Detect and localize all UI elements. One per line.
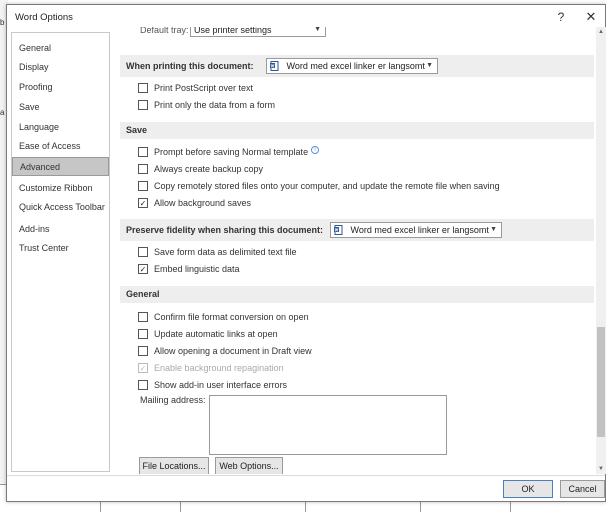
fidelity-document-value: Word med excel linker er langsomt <box>350 225 489 235</box>
option-label: Confirm file format conversion on open <box>154 312 309 322</box>
section-title: When printing this document: <box>126 61 254 71</box>
options-sidebar: General Display Proofing Save Language E… <box>11 32 110 472</box>
web-options-button[interactable]: Web Options... <box>215 457 283 474</box>
section-title: Preserve fidelity when sharing this docu… <box>126 225 324 235</box>
checkbox-checked[interactable]: ✓ <box>138 197 148 208</box>
dialog-title: Word Options <box>15 12 73 23</box>
ok-button[interactable]: OK <box>503 480 553 498</box>
option-label: Always create backup copy <box>154 164 264 174</box>
checkbox[interactable] <box>138 379 148 390</box>
option-backup-copy[interactable]: Always create backup copy <box>138 163 263 177</box>
sidebar-item-trust-center[interactable]: Trust Center <box>12 239 109 258</box>
chevron-down-icon: ▼ <box>314 27 321 33</box>
help-button[interactable]: ? <box>551 8 571 26</box>
chevron-down-icon: ▼ <box>490 226 497 233</box>
footer-divider <box>7 475 605 476</box>
checkbox[interactable] <box>138 345 148 356</box>
printing-document-value: Word med excel linker er langsomt <box>286 61 425 71</box>
option-copy-remote-files[interactable]: Copy remotely stored files onto your com… <box>138 180 500 194</box>
info-icon[interactable]: i <box>311 146 320 154</box>
mailing-address-field[interactable] <box>209 395 447 455</box>
checkbox[interactable] <box>138 180 148 191</box>
checkbox[interactable] <box>138 311 148 322</box>
sidebar-item-customize-ribbon[interactable]: Customize Ribbon <box>12 179 109 198</box>
scroll-up-icon[interactable]: ▲ <box>596 27 606 37</box>
sidebar-item-advanced[interactable]: Advanced <box>12 157 109 176</box>
fidelity-document-select[interactable]: Word med excel linker er langsomt ▼ <box>330 222 502 238</box>
checkbox-checked-disabled: ✓ <box>138 362 148 373</box>
option-label: Enable background repagination <box>154 363 284 373</box>
option-label: Prompt before saving Normal template <box>154 147 309 157</box>
sidebar-item-ease-of-access[interactable]: Ease of Access <box>12 137 109 156</box>
mailing-address-label: Mailing address: <box>140 395 206 405</box>
checkbox[interactable] <box>138 163 148 174</box>
chevron-down-icon: ▼ <box>426 62 433 69</box>
sidebar-item-general[interactable]: General <box>12 39 109 58</box>
sidebar-item-save[interactable]: Save <box>12 98 109 117</box>
option-label: Allow background saves <box>154 198 252 208</box>
option-label: Print PostScript over text <box>154 83 254 93</box>
sidebar-item-add-ins[interactable]: Add-ins <box>12 220 109 239</box>
word-document-icon <box>334 224 343 235</box>
option-label: Print only the data from a form <box>154 100 276 110</box>
default-tray-value: Use printer settings <box>194 27 272 35</box>
option-label: Copy remotely stored files onto your com… <box>154 181 500 191</box>
sidebar-item-proofing[interactable]: Proofing <box>12 78 109 97</box>
option-save-form-data[interactable]: Save form data as delimited text file <box>138 246 297 260</box>
option-addin-errors[interactable]: Show add-in user interface errors <box>138 379 287 393</box>
checkbox[interactable] <box>138 99 148 110</box>
option-label: Allow opening a document in Draft view <box>154 346 312 356</box>
sidebar-item-language[interactable]: Language <box>12 118 109 137</box>
background-text-fragment: b <box>0 18 5 27</box>
checkbox-checked[interactable]: ✓ <box>138 263 148 274</box>
option-embed-linguistic[interactable]: ✓ Embed linguistic data <box>138 263 240 277</box>
section-title: General <box>126 289 160 299</box>
default-tray-label: Default tray: <box>140 27 189 35</box>
option-label: Embed linguistic data <box>154 264 240 274</box>
sidebar-item-quick-access-toolbar[interactable]: Quick Access Toolbar <box>12 198 109 217</box>
section-header-general: General <box>120 286 594 303</box>
section-header-save: Save <box>120 122 594 139</box>
option-background-saves[interactable]: ✓ Allow background saves <box>138 197 251 211</box>
word-options-dialog: Word Options ? ✕ General Display Proofin… <box>6 4 606 502</box>
printing-document-select[interactable]: Word med excel linker er langsomt ▼ <box>266 58 438 74</box>
option-prompt-normal-template[interactable]: Prompt before saving Normal template i <box>138 146 320 160</box>
option-confirm-conversion[interactable]: Confirm file format conversion on open <box>138 311 309 325</box>
checkbox[interactable] <box>138 246 148 257</box>
title-bar: Word Options ? ✕ <box>7 5 605 29</box>
options-main-panel: Default tray: Use printer settings ▼ Whe… <box>120 27 594 474</box>
option-update-links[interactable]: Update automatic links at open <box>138 328 278 342</box>
main-scrollbar[interactable]: ▲ ▼ <box>596 27 606 474</box>
word-document-icon <box>270 60 279 71</box>
file-locations-button[interactable]: File Locations... <box>139 457 209 474</box>
option-draft-view[interactable]: Allow opening a document in Draft view <box>138 345 312 359</box>
option-print-form-data[interactable]: Print only the data from a form <box>138 99 275 113</box>
option-print-postscript[interactable]: Print PostScript over text <box>138 82 253 96</box>
close-button[interactable]: ✕ <box>581 8 601 26</box>
scroll-down-icon[interactable]: ▼ <box>596 464 606 474</box>
option-label: Show add-in user interface errors <box>154 380 288 390</box>
checkbox[interactable] <box>138 328 148 339</box>
checkbox[interactable] <box>138 82 148 93</box>
sidebar-item-display[interactable]: Display <box>12 58 109 77</box>
background-text-fragment: a <box>0 108 5 117</box>
option-label: Save form data as delimited text file <box>154 247 297 257</box>
option-background-repagination: ✓ Enable background repagination <box>138 362 284 376</box>
section-title: Save <box>126 125 148 135</box>
default-tray-select[interactable]: Use printer settings ▼ <box>190 27 326 37</box>
checkbox[interactable] <box>138 146 148 157</box>
option-label: Update automatic links at open <box>154 329 278 339</box>
scrollbar-thumb[interactable] <box>597 327 605 437</box>
cancel-button[interactable]: Cancel <box>560 480 605 498</box>
